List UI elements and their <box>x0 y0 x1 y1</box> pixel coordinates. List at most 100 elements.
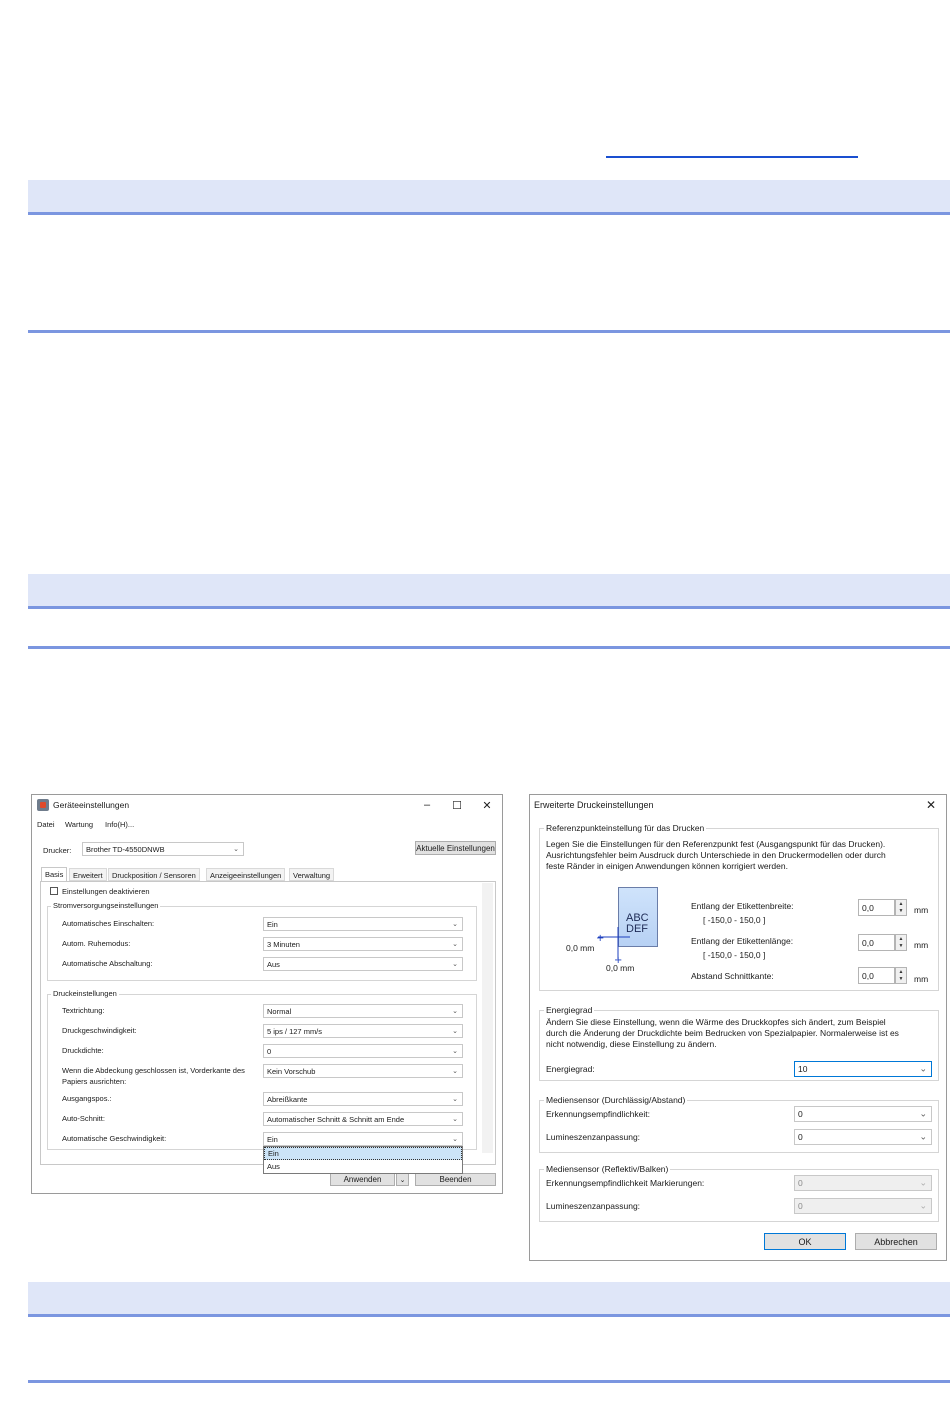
chevron-down-icon: ⌄ <box>919 1063 927 1074</box>
text-direction-value: Normal <box>267 1006 292 1016</box>
auto-speed-select[interactable]: Ein ⌄ <box>263 1132 463 1146</box>
chevron-down-icon: ⌄ <box>452 921 458 928</box>
text-direction-label: Textrichtung: <box>62 1006 105 1015</box>
auto-cut-select[interactable]: Automatischer Schnitt & Schnitt am Ende ⌄ <box>263 1112 463 1126</box>
auto-power-on-value: Ein <box>267 919 278 929</box>
printer-label: Drucker: <box>43 846 72 855</box>
tab-anzeigeeinstellungen[interactable]: Anzeigeeinstellungen <box>206 868 286 881</box>
trans-luminescence-label: Lumineszenzanpassung: <box>546 1132 641 1142</box>
print-speed-select[interactable]: 5 ips / 127 mm/s ⌄ <box>263 1024 463 1038</box>
section-divider <box>28 1380 950 1383</box>
illustration-bottom-label: 0,0 mm <box>606 963 635 973</box>
section-header-band <box>28 574 950 609</box>
length-offset-input[interactable]: 0,0 <box>858 934 895 951</box>
disable-checkbox-label: Einstellungen deaktivieren <box>62 887 150 896</box>
cover-feed-label: Wenn die Abdeckung geschlossen ist, Vord… <box>62 1066 245 1075</box>
close-button[interactable]: Beenden <box>415 1173 496 1186</box>
print-density-select[interactable]: 0 ⌄ <box>263 1044 463 1058</box>
maximize-icon[interactable]: ☐ <box>442 795 472 815</box>
auto-speed-label: Automatische Geschwindigkeit: <box>62 1134 167 1143</box>
energy-description-line1: Ändern Sie diese Einstellung, wenn die W… <box>546 1017 886 1027</box>
sleep-mode-select[interactable]: 3 Minuten ⌄ <box>263 937 463 951</box>
panel-scrollbar[interactable] <box>482 883 493 1153</box>
link-underline[interactable] <box>606 156 858 158</box>
close-icon[interactable]: ✕ <box>472 795 502 815</box>
advanced-print-settings-dialog: Erweiterte Druckeinstellungen ✕ Referenz… <box>529 794 947 1261</box>
section-divider <box>28 646 950 649</box>
refl-luminescence-select[interactable]: 0 ⌄ <box>794 1198 932 1214</box>
trans-sensitivity-label: Erkennungsempfindlichkeit: <box>546 1109 650 1119</box>
energy-description-line2: durch die Änderung der Druckdichte beim … <box>546 1028 899 1038</box>
auto-shutdown-select[interactable]: Aus ⌄ <box>263 957 463 971</box>
cut-distance-input[interactable]: 0,0 <box>858 967 895 984</box>
reference-description-line3: feste Ränder in einigen Anwendungen könn… <box>546 861 788 871</box>
menu-info[interactable]: Info(H)... <box>105 820 134 829</box>
title-bar: Geräteeinstellungen – ☐ ✕ <box>32 795 502 815</box>
energy-select[interactable]: 10 ⌄ <box>794 1061 932 1077</box>
disable-checkbox[interactable] <box>50 887 58 895</box>
device-settings-window: Geräteeinstellungen – ☐ ✕ Datei Wartung … <box>31 794 503 1194</box>
width-offset-input[interactable]: 0,0 <box>858 899 895 916</box>
section-header-band <box>28 180 950 215</box>
trans-luminescence-select[interactable]: 0 ⌄ <box>794 1129 932 1145</box>
trans-sensitivity-select[interactable]: 0 ⌄ <box>794 1106 932 1122</box>
window-title: Geräteeinstellungen <box>53 800 130 810</box>
cover-feed-label-line2: Papiers ausrichten: <box>62 1077 127 1086</box>
cut-distance-label: Abstand Schnittkante: <box>691 971 774 981</box>
cancel-button[interactable]: Abbrechen <box>855 1233 937 1250</box>
current-settings-button[interactable]: Aktuelle Einstellungen <box>415 841 496 855</box>
apply-dropdown-button[interactable]: ⌄ <box>396 1173 409 1186</box>
width-offset-stepper[interactable]: ▲ ▼ <box>895 899 907 916</box>
width-range-label: [ -150,0 - 150,0 ] <box>703 915 766 925</box>
menu-datei[interactable]: Datei <box>37 820 55 829</box>
auto-power-on-select[interactable]: Ein ⌄ <box>263 917 463 931</box>
cover-feed-value: Kein Vorschub <box>267 1066 316 1076</box>
ok-button[interactable]: OK <box>764 1233 846 1250</box>
chevron-down-icon: ▼ <box>898 976 904 983</box>
energy-label: Energiegrad: <box>546 1064 595 1074</box>
chevron-down-icon: ⌄ <box>919 1177 927 1188</box>
length-range-label: [ -150,0 - 150,0 ] <box>703 950 766 960</box>
length-offset-label: Entlang der Etikettenlänge: <box>691 936 794 946</box>
width-offset-label: Entlang der Etikettenbreite: <box>691 901 794 911</box>
chevron-down-icon: ⌄ <box>452 1028 458 1035</box>
width-unit-label: mm <box>914 905 929 915</box>
auto-shutdown-value: Aus <box>267 959 280 969</box>
close-icon[interactable]: ✕ <box>916 795 946 815</box>
chevron-down-icon: ⌄ <box>452 1048 458 1055</box>
output-position-select[interactable]: Abreißkante ⌄ <box>263 1092 463 1106</box>
chevron-down-icon: ⌄ <box>452 961 458 968</box>
cut-distance-stepper[interactable]: ▲ ▼ <box>895 967 907 984</box>
text-direction-select[interactable]: Normal ⌄ <box>263 1004 463 1018</box>
tab-druckposition[interactable]: Druckposition / Sensoren <box>108 868 200 881</box>
dropdown-option-ein[interactable]: Ein <box>264 1147 462 1160</box>
printer-select[interactable]: Brother TD-4550DNWB ⌄ <box>82 842 244 856</box>
minimize-icon[interactable]: – <box>412 795 442 815</box>
chevron-down-icon: ⌄ <box>452 941 458 948</box>
print-density-label: Druckdichte: <box>62 1046 104 1055</box>
refl-sensitivity-select[interactable]: 0 ⌄ <box>794 1175 932 1191</box>
cover-feed-select[interactable]: Kein Vorschub ⌄ <box>263 1064 463 1078</box>
energy-description-line3: nicht notwendig, diese Einstellung zu än… <box>546 1039 717 1049</box>
energy-value: 10 <box>798 1064 808 1074</box>
trans-luminescence-value: 0 <box>798 1132 803 1142</box>
sleep-mode-value: 3 Minuten <box>267 939 300 949</box>
chevron-down-icon: ▼ <box>898 908 904 915</box>
chevron-down-icon: ⌄ <box>452 1136 458 1143</box>
dropdown-option-aus[interactable]: Aus <box>264 1160 462 1173</box>
tab-verwaltung[interactable]: Verwaltung <box>289 868 335 881</box>
chevron-up-icon: ▲ <box>898 968 904 975</box>
chevron-down-icon: ⌄ <box>452 1116 458 1123</box>
chevron-up-icon: ▲ <box>898 900 904 907</box>
tab-erweitert[interactable]: Erweitert <box>69 868 107 881</box>
menu-wartung[interactable]: Wartung <box>65 820 93 829</box>
apply-button[interactable]: Anwenden <box>330 1173 395 1186</box>
media-sensor-transmissive-title: Mediensensor (Durchlässig/Abstand) <box>544 1095 688 1105</box>
length-offset-stepper[interactable]: ▲ ▼ <box>895 934 907 951</box>
energy-title: Energiegrad <box>544 1005 595 1015</box>
tab-basis[interactable]: Basis <box>41 867 68 881</box>
section-header-band <box>28 1282 950 1317</box>
chevron-down-icon: ⌄ <box>452 1008 458 1015</box>
refl-sensitivity-value: 0 <box>798 1178 803 1188</box>
reference-description-line1: Legen Sie die Einstellungen für den Refe… <box>546 839 886 849</box>
